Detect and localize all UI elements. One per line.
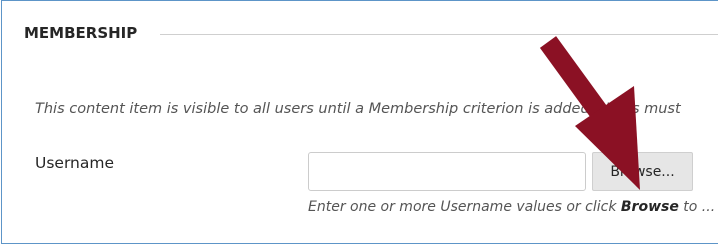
section-title: MEMBERSHIP	[24, 24, 138, 42]
help-text-emphasis: Browse	[620, 199, 679, 215]
username-input[interactable]	[308, 152, 586, 191]
browse-button[interactable]: Browse...	[592, 152, 693, 191]
section-divider	[160, 34, 718, 35]
username-label: Username	[35, 154, 115, 172]
membership-intro-text: This content item is visible to all user…	[35, 101, 681, 117]
help-text-prefix: Enter one or more Username values or cli…	[308, 199, 621, 215]
help-text-suffix: to ...	[678, 199, 716, 215]
username-help-text: Enter one or more Username values or cli…	[308, 197, 715, 217]
membership-section: MEMBERSHIP This content item is visible …	[1, 0, 718, 244]
